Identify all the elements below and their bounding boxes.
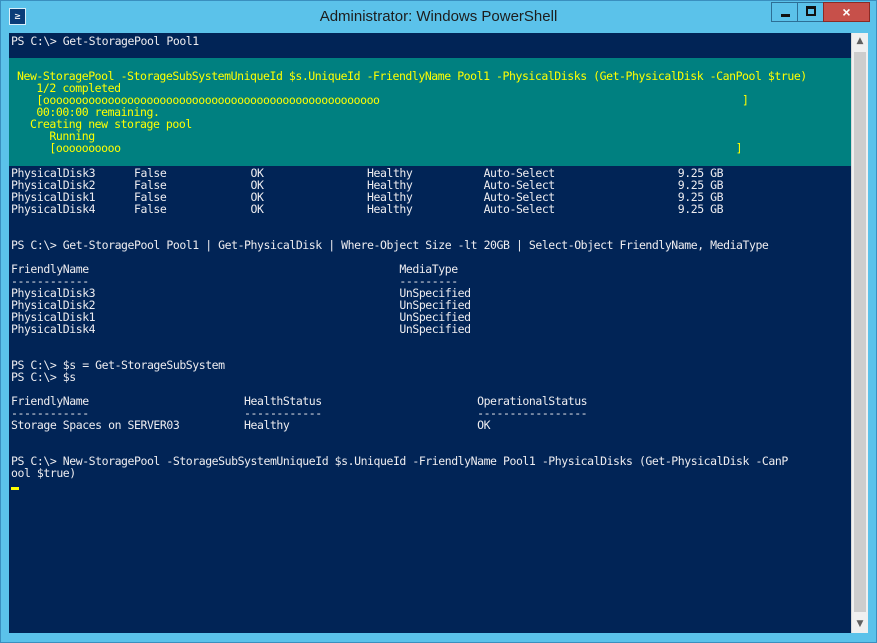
vertical-scrollbar[interactable]: ▲ ▼: [851, 33, 868, 633]
minimize-icon: [781, 14, 790, 17]
minimize-button[interactable]: [771, 2, 798, 22]
maximize-button[interactable]: [797, 2, 824, 22]
console-output[interactable]: New-StoragePool -StorageSubSystemUniqueI…: [9, 33, 851, 633]
console-line: PhysicalDisk4 False OK Healthy Auto-Sele…: [11, 202, 724, 216]
progress-line: New-StoragePool -StorageSubSystemUniqueI…: [17, 69, 807, 83]
scroll-up-icon[interactable]: ▲: [852, 33, 868, 50]
console-line: ool $true): [11, 466, 76, 480]
console-line: PS C:\> Get-StoragePool Pool1 | Get-Phys…: [11, 238, 769, 252]
close-button[interactable]: ×: [823, 2, 870, 22]
console-line: PS C:\> Get-StoragePool Pool1: [11, 34, 199, 48]
window-title: Administrator: Windows PowerShell: [319, 8, 558, 25]
title-bar[interactable]: ≥ Administrator: Windows PowerShell ×: [1, 1, 876, 33]
console-line: PS C:\> $s: [11, 370, 76, 384]
console-line: Storage Spaces on SERVER03 Healthy OK: [11, 418, 491, 432]
close-icon: ×: [842, 4, 851, 20]
console-line: PhysicalDisk4 UnSpecified: [11, 322, 471, 336]
window-bottom-border: [9, 633, 868, 638]
maximize-icon: [806, 6, 816, 16]
text-cursor: [11, 487, 19, 490]
powershell-window: ≥ Administrator: Windows PowerShell × Ne…: [0, 0, 877, 643]
scroll-down-icon[interactable]: ▼: [852, 616, 868, 633]
progress-line: [oooooooooo ]: [17, 141, 743, 155]
console-line: PS C:\> New-StoragePool -StorageSubSyste…: [11, 454, 788, 468]
scrollbar-thumb[interactable]: [854, 52, 866, 612]
progress-pane: New-StoragePool -StorageSubSystemUniqueI…: [9, 58, 851, 166]
